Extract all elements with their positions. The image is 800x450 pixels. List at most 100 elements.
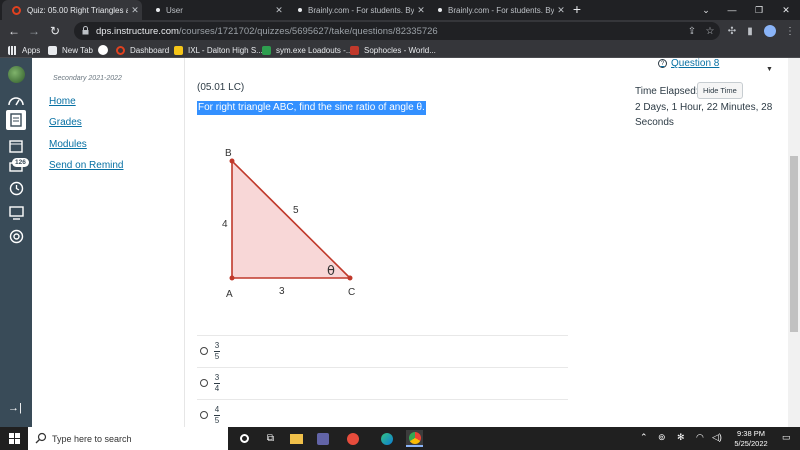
fraction-denominator: 5 [214,416,220,425]
scroll-down-icon[interactable]: ▼ [766,66,773,73]
divider [197,335,568,336]
reload-button[interactable]: ↻ [47,23,63,39]
quiz-sidebar: ? Question 8 ▼ Time Elapsed: Hide Time 2… [580,58,788,427]
tab-user[interactable]: User ✕ [146,0,286,20]
bookmark-symexe[interactable]: sym.exe Loadouts -... [262,43,352,57]
wifi-icon[interactable]: ◠ [696,432,704,443]
answer-radio[interactable] [200,347,208,355]
windows-taskbar: Type here to search ⧉ ⌃ ⊚ ✻ ◠ ◁) 9:38 PM… [0,427,800,450]
bookmark-label: New Tab [62,45,93,55]
extensions-icon[interactable]: ✣ [724,23,740,39]
taskbar-clock[interactable]: 9:38 PM 5/25/2022 [728,429,774,448]
bookmark-sophocles[interactable]: Sophocles - World... [350,43,436,57]
edge-icon[interactable] [378,430,395,447]
global-navigation: 126 →| [0,58,32,427]
canvas-favicon-icon [12,5,21,15]
course-nav-modules[interactable]: Modules [49,139,87,150]
ixl-icon [174,45,183,55]
bookmark-dashboard[interactable]: Dashboard [116,43,169,57]
menu-kebab-icon[interactable]: ⋮ [782,23,798,39]
network-icon[interactable]: ⊚ [658,432,666,443]
fraction-denominator: 4 [214,384,220,393]
collapse-nav-icon[interactable]: →| [8,402,22,414]
question-status-icon: ? [658,59,667,68]
side-panel-icon[interactable]: ▮ [742,23,758,39]
browser-toolbar: ← → ↻ dps.instructure.com/courses/172170… [0,20,800,42]
notifications-icon[interactable]: ▭ [782,432,791,443]
file-explorer-icon[interactable] [288,430,305,447]
page-scrollbar[interactable] [788,58,800,427]
restore-button[interactable]: ❐ [745,0,773,20]
share-icon[interactable]: ⇪ [684,23,700,39]
course-nav-send-on-remind[interactable]: Send on Remind [49,160,124,171]
answer-fraction: 3 4 [214,373,220,393]
google-icon [98,45,108,55]
bookmark-ixl[interactable]: IXL - Dalton High S... [174,43,263,57]
vertex-b-label: B [225,148,232,159]
url-path: /courses/1721702/quizzes/5695627/take/qu… [178,25,438,37]
browser-tab-bar: Quiz: 05.00 Right Triangles and T ✕ User… [0,0,800,20]
close-tab-icon[interactable]: ✕ [414,5,428,16]
bookmark-apps[interactable]: Apps [8,43,40,57]
bookmark-star-icon[interactable]: ☆ [702,23,718,39]
close-tab-icon[interactable]: ✕ [554,5,568,16]
triangle-abc [231,159,352,279]
question-8-link[interactable]: ? Question 8 [658,58,719,69]
minimize-button[interactable]: — [718,0,746,20]
courses-icon[interactable] [6,110,26,130]
dashboard-icon[interactable] [6,90,26,110]
answer-option-2[interactable]: 3 4 [200,373,220,393]
tray-chevron-icon[interactable]: ⌃ [640,432,648,443]
answer-option-1[interactable]: 3 5 [200,341,220,361]
tab-favicon-icon [156,8,160,12]
bookmark-label: Apps [22,45,41,55]
bluetooth-icon[interactable]: ✻ [677,432,685,443]
teams-icon[interactable] [314,430,331,447]
profile-avatar-icon[interactable] [762,23,778,39]
course-nav-grades[interactable]: Grades [49,117,82,128]
account-avatar-icon[interactable] [6,64,26,84]
windows-start-icon[interactable] [9,433,20,444]
divider [197,367,568,368]
tab-search-icon[interactable]: ⌄ [692,0,720,20]
vertex-c-label: C [348,287,355,298]
course-nav-home[interactable]: Home [49,96,76,107]
vertex-a-label: A [226,289,233,300]
bookmarks-bar: Apps New Tab Dashboard IXL - Dalton High… [0,42,800,58]
help-lifesaver-icon[interactable] [6,226,26,246]
term-label: Secondary 2021-2022 [53,75,122,82]
answer-option-3[interactable]: 4 5 [200,405,220,425]
media-app-icon[interactable] [344,430,361,447]
time-elapsed-value: 2 Days, 1 Hour, 22 Minutes, 28 Seconds [635,102,773,128]
chrome-icon[interactable] [406,430,423,447]
task-view-icon[interactable]: ⧉ [262,430,279,447]
tab-title: Quiz: 05.00 Right Triangles and T [27,5,128,15]
side-bc-label: 5 [293,205,299,216]
cortana-icon[interactable] [236,430,253,447]
bookmark-google[interactable] [98,43,113,57]
vertex-c-dot [347,275,353,281]
taskbar-search-box[interactable]: Type here to search [28,427,228,450]
address-bar[interactable]: dps.instructure.com/courses/1721702/quiz… [74,22,720,40]
tab-brainly-2[interactable]: Brainly.com - For students. By stu ✕ [428,0,568,20]
fraction-numerator: 4 [214,405,220,414]
forward-button[interactable]: → [26,23,42,39]
volume-icon[interactable]: ◁) [712,432,722,443]
answer-radio[interactable] [200,411,208,419]
close-window-button[interactable]: ✕ [772,0,800,20]
back-button[interactable]: ← [6,23,22,39]
answer-radio[interactable] [200,379,208,387]
close-tab-icon[interactable]: ✕ [272,5,286,16]
bookmark-new-tab[interactable]: New Tab [48,43,93,57]
tab-quiz[interactable]: Quiz: 05.00 Right Triangles and T ✕ [2,0,142,20]
history-clock-icon[interactable] [6,178,26,198]
clock-date: 5/25/2022 [734,438,768,448]
studio-icon[interactable] [6,203,26,223]
new-tab-button[interactable]: + [568,1,586,17]
hide-time-button[interactable]: Hide Time [697,82,743,99]
close-tab-icon[interactable]: ✕ [128,5,142,16]
scrollbar-thumb[interactable] [790,156,798,332]
tab-brainly-1[interactable]: Brainly.com - For students. By stu ✕ [288,0,428,20]
bookmark-label: Dashboard [130,45,170,55]
calendar-icon[interactable] [6,136,26,156]
